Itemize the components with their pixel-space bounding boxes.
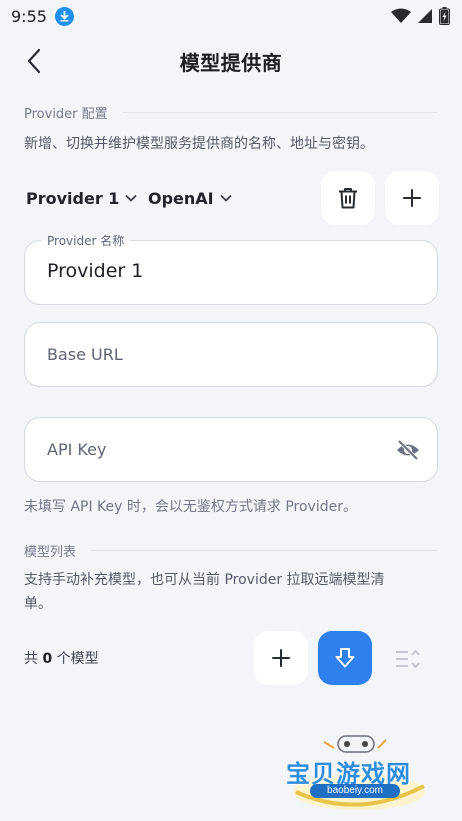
- download-arrow-icon: [335, 648, 355, 668]
- provider-name-label: Provider 名称: [41, 232, 131, 249]
- api-key-field[interactable]: API Key: [24, 417, 438, 482]
- models-description-line: 单。: [24, 596, 52, 612]
- model-count-prefix: 共: [24, 651, 38, 667]
- base-url-field[interactable]: Base URL: [24, 322, 438, 387]
- chevron-down-icon: [220, 194, 232, 202]
- base-url-placeholder: Base URL: [47, 345, 123, 364]
- plus-icon: [403, 189, 421, 207]
- toggle-visibility-button[interactable]: [395, 438, 421, 462]
- provider-section-title: Provider 配置: [24, 107, 108, 122]
- chevron-down-icon: [125, 194, 138, 202]
- signal-icon: [418, 9, 432, 23]
- plus-icon: [272, 649, 290, 667]
- models-section-title: 模型列表: [24, 545, 77, 560]
- provider-name-value: Provider 1: [47, 260, 144, 282]
- page-title: 模型提供商: [179, 50, 283, 75]
- fetch-models-button[interactable]: [318, 631, 372, 685]
- provider-dropdown-label: Provider 1: [26, 188, 120, 208]
- add-provider-button[interactable]: [385, 171, 439, 225]
- watermark-logo: 宝贝游戏网 baobeiy.com: [284, 734, 434, 814]
- provider-type-dropdown[interactable]: OpenAI: [148, 172, 232, 224]
- sort-list-icon[interactable]: [394, 647, 422, 671]
- provider-section-header: Provider 配置: [24, 103, 438, 122]
- trash-icon: [339, 188, 357, 209]
- back-button[interactable]: [14, 41, 54, 81]
- api-key-placeholder: API Key: [47, 440, 107, 459]
- watermark-url: baobeiy.com: [310, 784, 400, 798]
- delete-provider-button[interactable]: [321, 171, 375, 225]
- models-description-line: 支持手动补充模型，也可从当前 Provider 拉取远端模型清: [24, 572, 385, 588]
- wifi-icon: [391, 8, 411, 23]
- add-model-button[interactable]: [254, 631, 308, 685]
- provider-dropdown[interactable]: Provider 1: [26, 172, 138, 224]
- divider: [90, 550, 438, 551]
- status-time: 9:55: [11, 6, 47, 26]
- models-section-description: 支持手动补充模型，也可从当前 Provider 拉取远端模型清 单。: [24, 568, 385, 616]
- provider-name-field[interactable]: Provider 名称 Provider 1: [24, 232, 438, 305]
- battery-charging-icon: [439, 7, 450, 25]
- provider-selector-row: Provider 1 OpenAI: [26, 171, 439, 225]
- model-count-value: 0: [42, 651, 53, 667]
- models-section-header: 模型列表: [24, 541, 438, 560]
- api-key-hint: 未填写 API Key 时，会以无鉴权方式请求 Provider。: [24, 499, 357, 515]
- model-count-suffix: 个模型: [56, 651, 99, 667]
- download-icon: [54, 6, 74, 26]
- app-bar: 模型提供商: [0, 32, 462, 90]
- divider: [121, 112, 438, 113]
- provider-section-description: 新增、切换并维护模型服务提供商的名称、地址与密钥。: [24, 136, 374, 152]
- status-bar: 9:55: [0, 0, 462, 32]
- eye-off-icon: [397, 440, 419, 460]
- model-count: 共 0 个模型: [24, 648, 99, 668]
- chevron-left-icon: [27, 48, 41, 74]
- provider-type-label: OpenAI: [148, 188, 214, 208]
